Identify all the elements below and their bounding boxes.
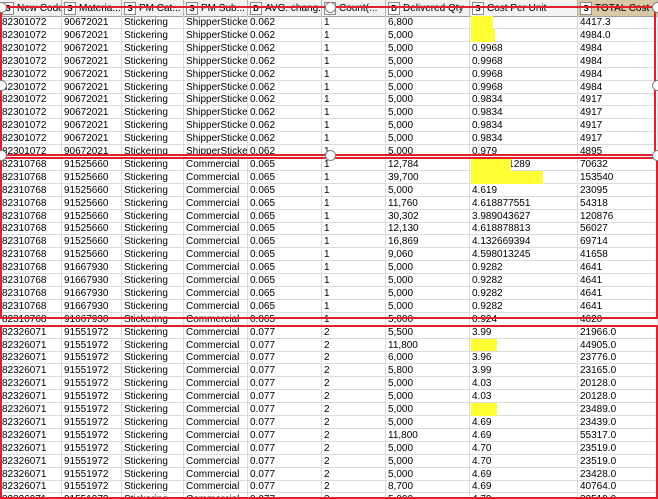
data-grid: S New Code S Materia... S PM Cat... S PM Sub...… [0, 0, 658, 499]
annotation-box [0, 324, 658, 499]
resize-handle[interactable] [652, 150, 658, 161]
annotation-box [0, 6, 656, 156]
resize-handle[interactable] [652, 2, 658, 13]
annotation-box [0, 156, 658, 319]
resize-handle[interactable] [325, 2, 336, 13]
resize-handle[interactable] [652, 80, 658, 91]
resize-handle[interactable] [325, 150, 336, 161]
